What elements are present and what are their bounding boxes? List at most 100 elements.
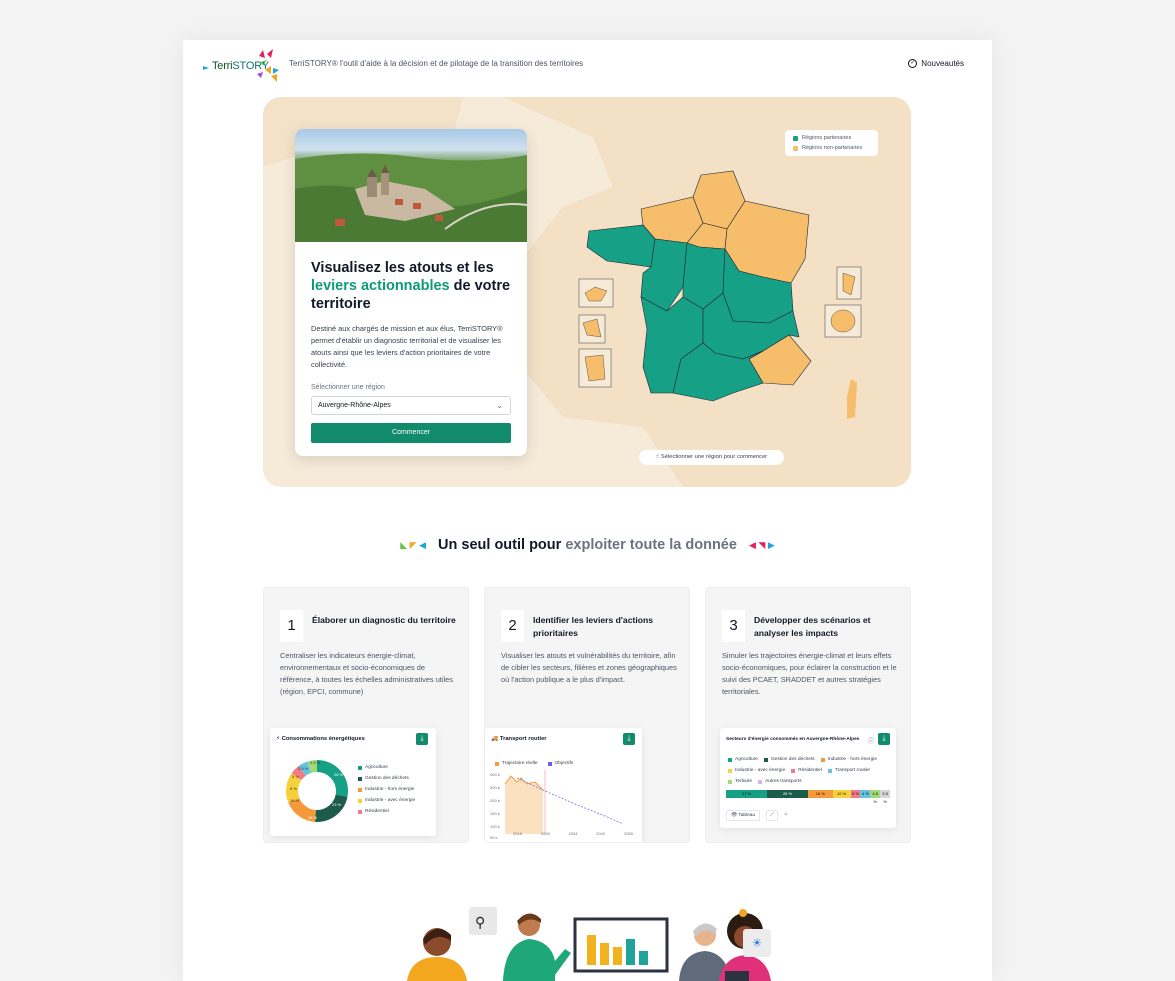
donut-chart: 28 % 23 % 18 % 16 % 5 % 5 % 3.5 % 2.5 % (286, 760, 348, 822)
line-chart-toggle-icon[interactable]: ⟋ (766, 810, 778, 821)
region-select[interactable]: Auvergne-Rhône-Alpes ⌄ (311, 396, 511, 415)
solar-panel-icon: ☀ (743, 929, 771, 957)
step-title: Identifier les leviers d'actions priorit… (533, 615, 654, 638)
mini-chart-title: Secteurs d'énergie consommés en Auvergne… (726, 737, 860, 742)
download-icon[interactable]: ⤓ (623, 733, 635, 745)
legend-item: Gestion des déchets (763, 754, 815, 765)
legend-label: Tertiaire (735, 779, 753, 784)
legend-swatch (358, 787, 362, 792)
overseas-mayotte[interactable] (836, 266, 862, 300)
legend-swatch (358, 765, 362, 770)
donut-label: 5 % (290, 786, 297, 791)
bar-segment: 16 % (808, 790, 833, 798)
legend-label: Résidentiel (365, 809, 389, 814)
donut-label: 5 % (292, 774, 299, 779)
mini-legend: Agriculture Gestion des déchets Industri… (358, 762, 415, 817)
bar-segment: 4 % (860, 790, 871, 798)
step-description: Centraliser les indicateurs énergie-clim… (280, 651, 453, 696)
legend-label: Gestion des déchets (365, 776, 409, 781)
mini-legend: Agriculture Gestion des déchets Industri… (728, 754, 888, 787)
legend-item: Agriculture (358, 762, 415, 773)
x-tick: 2034 (568, 831, 578, 836)
legend-item: Gestion des déchets (358, 773, 415, 784)
overseas-reunion[interactable] (824, 304, 862, 338)
mini-chart-consumption: ⚡ Consommations énergétiques ⤓ 28 % 23 %… (270, 728, 436, 836)
map-hint: ☝ Sélectionner une région pour commencer (639, 450, 784, 465)
intro-card: Visualisez les atouts et les leviers act… (295, 129, 527, 456)
legend-item: Résidentiel (791, 765, 822, 776)
bar-segment: 5 % (850, 790, 861, 798)
check-circle-icon: ✓ (908, 59, 918, 68)
hero-title-highlight: leviers actionnables (311, 278, 450, 294)
download-icon[interactable]: ⤓ (878, 733, 890, 745)
legend-item: Tertiaire (728, 776, 752, 787)
legend-swatch (358, 776, 362, 781)
legend-swatch (793, 145, 798, 151)
legend-swatch (358, 798, 362, 803)
overseas-guyane[interactable] (578, 348, 612, 388)
y-tick: 200 k (490, 798, 500, 803)
mini-chart-sectors: Secteurs d'énergie consommés en Auvergne… (720, 728, 896, 828)
download-icon[interactable]: ⤓ (416, 733, 428, 745)
legend-item: Industrie - hors énergie (358, 784, 415, 795)
mini-chart-title: ⚡ Consommations énergétiques (276, 736, 365, 742)
y-tick: 50 k (490, 835, 498, 840)
section-title-part: Un seul outil pour (438, 537, 562, 553)
step-card-3: 3 Développer des scénarios et analyser l… (705, 587, 911, 843)
legend-label: Gestion des déchets (770, 757, 815, 762)
legend-non-partner-label: Régions non-partenaires (802, 145, 863, 151)
table-button[interactable]: 👁 Tableau (726, 810, 761, 821)
legend-swatch (358, 809, 362, 814)
hero-title-part: Visualisez les atouts et les (311, 260, 494, 276)
x-tick: 2050 (624, 831, 633, 836)
bar-segment: 3.5 % (880, 790, 890, 804)
legend-swatch (758, 779, 763, 784)
donut-label: 16 % (290, 798, 300, 803)
legend-label: Industrie - avec énergie (735, 768, 786, 773)
donut-label: 18 % (308, 815, 318, 820)
donut-label: 28 % (334, 772, 344, 777)
legend-label: Autres transports (765, 779, 802, 784)
chevron-down-icon: ⌄ (496, 401, 503, 410)
step-card-2: 2 Identifier les leviers d'actions prior… (484, 587, 690, 843)
village-illustration (295, 153, 527, 242)
bar-segment: 27 % (726, 790, 767, 798)
section-title: ◣ ◤ ◀ Un seul outil pour exploiter toute… (183, 537, 992, 553)
legend-item: Industrie - hors énergie (820, 754, 877, 765)
step-description: Simuler les trajectoires énergie-climat … (722, 651, 897, 696)
legend-swatch (793, 135, 798, 141)
legend-item: Agriculture (728, 754, 758, 765)
legend-swatch (728, 757, 732, 762)
x-tick: 2018 (513, 831, 522, 836)
y-tick: 400 k (490, 772, 500, 777)
legend-swatch (728, 779, 732, 784)
bar-segment: 28 % (767, 790, 808, 798)
hero-description: Destiné aux chargés de mission et aux él… (311, 324, 503, 369)
step-number: 1 (280, 610, 303, 642)
legend-item: Transport routier (827, 765, 870, 776)
legend-label: Résidentiel (798, 768, 822, 773)
overseas-guadeloupe[interactable] (578, 278, 614, 308)
legend-item: Industrie - avec énergie (728, 765, 785, 776)
header: TerriSTORY TerriSTORY® l'outil d'aide à … (183, 40, 992, 92)
x-tick: 2042 (596, 831, 606, 836)
step-card-1: 1 Élaborer un diagnostic du territoire C… (263, 587, 469, 843)
mini-chart-title: 🚚 Transport routier (491, 736, 547, 742)
stacked-bar: 27 % 28 % 16 % 12 % 5 % 4 % 4.5 % 3.5 % (726, 790, 890, 804)
info-icon[interactable]: ⓘ (868, 736, 874, 745)
section-title-muted: exploiter toute la donnée (565, 537, 737, 553)
mini-chart-transport: 🚚 Transport routier ⤓ Trajectoire réelle… (485, 728, 642, 842)
start-button[interactable]: Commencer (311, 423, 511, 443)
landscape-photo (295, 129, 527, 242)
flags-right-icon: ◀ ◥ ▶ (748, 540, 775, 550)
news-link[interactable]: ✓ Nouveautés (908, 59, 964, 68)
overseas-martinique[interactable] (578, 314, 606, 344)
bicycle-icon: ⚲ (475, 914, 485, 930)
map-hint-text: Sélectionner une région pour commencer (660, 454, 768, 460)
map-toggle-icon[interactable]: ⌂ (780, 810, 792, 821)
y-tick: 150 k (490, 811, 500, 816)
region-select-label: Sélectionner une région (311, 384, 385, 391)
terristory-logo[interactable]: TerriSTORY (201, 46, 283, 86)
bar-segment: 12 % (832, 790, 851, 798)
legend-label: Agriculture (735, 757, 758, 762)
